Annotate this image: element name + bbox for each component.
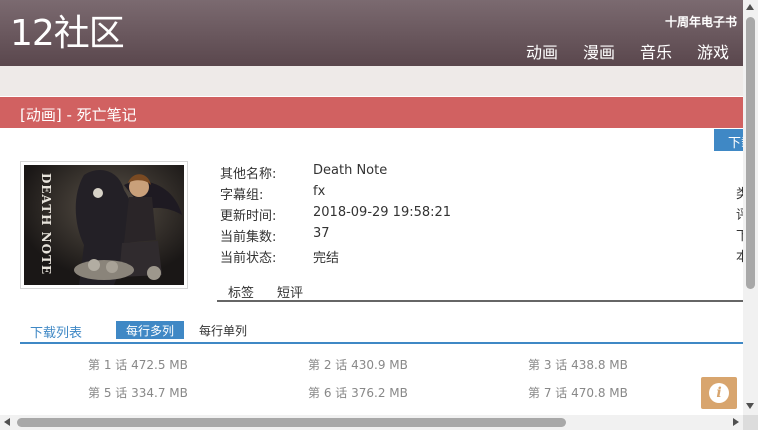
info-row-alias: 其他名称: Death Note: [220, 163, 451, 184]
site-logo[interactable]: 12社区: [10, 12, 125, 56]
main-nav: 动画 漫画 音乐 游戏: [501, 39, 729, 63]
info-label: 当前集数:: [220, 230, 277, 245]
download-list-bar: 下载列表 每行多列 每行单列: [20, 321, 743, 344]
scroll-up-arrow-icon[interactable]: [746, 4, 754, 10]
episode-grid: 第 1 话 472.5 MB 第 2 话 430.9 MB 第 3 话 438.…: [88, 356, 748, 412]
promo-link[interactable]: 十周年电子书: [665, 13, 737, 30]
download-tab-button[interactable]: 下载: [714, 129, 743, 151]
episode-row: 第 5 话 334.7 MB 第 6 话 376.2 MB 第 7 话 470.…: [88, 384, 748, 412]
info-float-button[interactable]: i: [701, 377, 737, 409]
download-list-title[interactable]: 下载列表: [30, 322, 82, 341]
tab-reviews[interactable]: 短评: [277, 282, 303, 301]
multi-column-button[interactable]: 每行多列: [116, 321, 185, 339]
info-value[interactable]: fx: [313, 184, 325, 205]
episode-link[interactable]: 第 6 话 376.2 MB: [308, 384, 528, 412]
info-value: 37: [313, 226, 330, 241]
info-label: 字幕组:: [220, 188, 264, 203]
info-row-episodes: 当前集数: 37: [220, 226, 451, 247]
info-value: Death Note: [313, 163, 388, 178]
scroll-right-arrow-icon[interactable]: [733, 418, 739, 426]
cover-artwork: DEATH NOTE: [24, 165, 184, 285]
info-row-status: 当前状态: 完结: [220, 247, 451, 268]
info-row-subgroup: 字幕组: fx: [220, 184, 451, 205]
scroll-down-arrow-icon[interactable]: [746, 403, 754, 409]
right-info-item: 本: [736, 250, 743, 265]
episode-row: 第 1 话 472.5 MB 第 2 话 430.9 MB 第 3 话 438.…: [88, 356, 748, 384]
episode-link[interactable]: 第 1 话 472.5 MB: [88, 356, 308, 384]
cover-image: DEATH NOTE: [20, 161, 188, 289]
nav-music[interactable]: 音乐: [640, 39, 672, 63]
right-info-column: 类 评 下 本: [736, 184, 743, 268]
info-panel: 其他名称: Death Note 字幕组: fx 更新时间: 2018-09-2…: [220, 163, 451, 268]
episode-link[interactable]: 第 5 话 334.7 MB: [88, 384, 308, 412]
page-title: [动画] - 死亡笔记: [20, 106, 137, 124]
info-icon: i: [709, 383, 729, 403]
vertical-scroll-thumb[interactable]: [746, 17, 755, 289]
nav-games[interactable]: 游戏: [697, 39, 729, 63]
horizontal-scroll-thumb[interactable]: [17, 418, 566, 427]
right-info-item: 评: [736, 208, 743, 223]
single-column-button[interactable]: 每行单列: [189, 321, 257, 339]
info-label: 更新时间:: [220, 209, 277, 224]
info-label: 其他名称:: [220, 167, 277, 182]
right-info-item: 下: [736, 229, 743, 244]
episode-link[interactable]: 第 2 话 430.9 MB: [308, 356, 528, 384]
info-value: 2018-09-29 19:58:21: [313, 205, 452, 220]
info-row-updated: 更新时间: 2018-09-29 19:58:21: [220, 205, 451, 226]
info-label: 当前状态:: [220, 251, 277, 266]
detail-subtabs: 标签 短评: [217, 282, 743, 302]
info-value: 完结: [313, 251, 340, 266]
vertical-scrollbar[interactable]: [743, 0, 758, 415]
nav-manga[interactable]: 漫画: [583, 39, 615, 63]
horizontal-scrollbar[interactable]: [0, 415, 743, 430]
page-title-bar: [动画] - 死亡笔记: [0, 97, 743, 128]
scroll-left-arrow-icon[interactable]: [4, 418, 10, 426]
nav-anime[interactable]: 动画: [526, 39, 558, 63]
site-header: 12社区 十周年电子书 动画 漫画 音乐 游戏: [0, 0, 743, 66]
tab-tags[interactable]: 标签: [228, 282, 254, 301]
scrollbar-corner: [743, 415, 758, 430]
right-info-item: 类: [736, 187, 743, 202]
cover-title-text: DEATH NOTE: [39, 173, 53, 275]
sub-strip: [0, 66, 743, 96]
